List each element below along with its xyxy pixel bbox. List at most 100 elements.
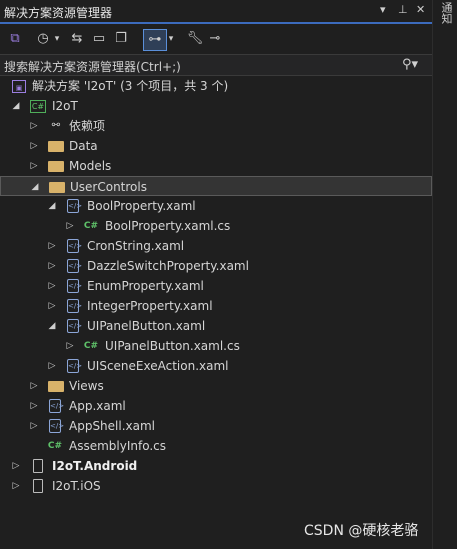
expanded-chevron-icon[interactable]: ◢ (46, 196, 58, 216)
tree-item-uipanelbutton-cs[interactable]: ▷ C# UIPanelButton.xaml.cs (0, 336, 432, 356)
side-panel-tab[interactable]: 通知 (432, 0, 457, 549)
tree-item-uisceneexeaction-xaml[interactable]: ▷ </> UISceneExeAction.xaml (0, 356, 432, 376)
tree-item-label: I2oT (52, 99, 78, 113)
tree-item-label: BoolProperty.xaml (87, 199, 196, 213)
open-folder-icon (49, 182, 65, 193)
dependencies-icon: ⚯ (51, 120, 61, 131)
tree-item-label: I2oT.iOS (52, 479, 101, 493)
tree-item-label: EnumProperty.xaml (87, 279, 204, 293)
window-title: 解决方案资源管理器 (4, 6, 113, 20)
tree-item-enumproperty-xaml[interactable]: ▷ </> EnumProperty.xaml (0, 276, 432, 296)
properties-wrench-icon[interactable]: 🔧︎ (186, 29, 204, 49)
sync-icon[interactable]: ⇆ (68, 29, 86, 49)
search-box[interactable]: 搜索解决方案资源管理器(Ctrl+;) ⚲▾ (0, 54, 432, 76)
xaml-file-icon: </> (67, 279, 82, 293)
collapsed-chevron-icon[interactable]: ▷ (28, 396, 40, 416)
filter-icon[interactable]: ⊶ (143, 29, 167, 51)
collapsed-chevron-icon[interactable]: ▷ (28, 416, 40, 436)
tree-item-label: UIPanelButton.xaml (87, 319, 206, 333)
tree-item-models[interactable]: ▷ Models (0, 156, 432, 176)
tree-item-label: 解决方案 'I2oT' (3 个项目，共 3 个) (32, 79, 229, 93)
tree-item-dependencies[interactable]: ▷ ⚯ 依赖项 (0, 116, 432, 136)
collapsed-chevron-icon[interactable]: ▷ (28, 156, 40, 176)
xaml-file-icon: </> (67, 259, 82, 273)
tree-item-appshell-xaml[interactable]: ▷ </> AppShell.xaml (0, 416, 432, 436)
collapsed-chevron-icon[interactable]: ▷ (10, 476, 22, 496)
toolbar: ⧉ ◷ ▾ ⇆ ▭ ❐ ⊶ ▾ 🔧︎ ⊸ (0, 26, 432, 52)
tree-item-label: 依赖项 (69, 119, 106, 133)
show-all-files-icon[interactable]: ❐ (112, 29, 130, 49)
xaml-file-icon: </> (49, 419, 64, 433)
collapsed-chevron-icon[interactable]: ▷ (64, 216, 76, 236)
collapsed-chevron-icon[interactable]: ▷ (46, 256, 58, 276)
dropdown-arrow-icon[interactable]: ▾ (380, 3, 386, 16)
collapsed-chevron-icon[interactable]: ▷ (46, 236, 58, 256)
tree-item-solution[interactable]: ▣ 解决方案 'I2oT' (3 个项目，共 3 个) (0, 76, 432, 96)
tree-item-uipanelbutton-xaml[interactable]: ◢ </> UIPanelButton.xaml (0, 316, 432, 336)
folder-icon (48, 141, 64, 152)
tree-item-boolproperty-xaml[interactable]: ◢ </> BoolProperty.xaml (0, 196, 432, 216)
tree-item-label: Models (69, 159, 112, 173)
tree-item-label: AssemblyInfo.cs (69, 439, 167, 453)
xaml-file-icon: </> (67, 359, 82, 373)
tree-item-data[interactable]: ▷ Data (0, 136, 432, 156)
pin-icon[interactable]: ⊥ (398, 3, 408, 16)
solution-icon: ▣ (12, 80, 26, 93)
collapsed-chevron-icon[interactable]: ▷ (28, 116, 40, 136)
mobile-project-icon (33, 479, 43, 493)
tree-item-boolproperty-cs[interactable]: ▷ C# BoolProperty.xaml.cs (0, 216, 432, 236)
tree-item-integerproperty-xaml[interactable]: ▷ </> IntegerProperty.xaml (0, 296, 432, 316)
vs-switch-views-icon[interactable]: ⧉ (6, 29, 24, 49)
csharp-file-icon: C# (47, 441, 63, 451)
history-dropdown-icon[interactable]: ▾ (52, 29, 62, 49)
title-bar: 解决方案资源管理器 ▾ ⊥ ✕ (0, 0, 432, 24)
tree-item-usercontrols[interactable]: ◢ UserControls (0, 176, 432, 196)
collapsed-chevron-icon[interactable]: ▷ (46, 356, 58, 376)
collapsed-chevron-icon[interactable]: ▷ (64, 336, 76, 356)
filter-dropdown-icon[interactable]: ▾ (166, 29, 176, 49)
watermark: CSDN @硬核老骆 (304, 523, 419, 539)
collapsed-chevron-icon[interactable]: ▷ (46, 276, 58, 296)
tree-item-label: IntegerProperty.xaml (87, 299, 213, 313)
collapsed-chevron-icon[interactable]: ▷ (28, 136, 40, 156)
csharp-project-icon: C# (30, 100, 46, 113)
collapsed-chevron-icon[interactable]: ▷ (10, 456, 22, 476)
tree-item-label: UIPanelButton.xaml.cs (105, 339, 240, 353)
xaml-file-icon: </> (49, 399, 64, 413)
search-input[interactable]: 搜索解决方案资源管理器(Ctrl+;) (4, 58, 181, 75)
csharp-file-icon: C# (83, 341, 99, 351)
folder-icon (48, 161, 64, 172)
tree-item-dazzleswitch-xaml[interactable]: ▷ </> DazzleSwitchProperty.xaml (0, 256, 432, 276)
title-accent-line (0, 22, 432, 24)
expanded-chevron-icon[interactable]: ◢ (29, 177, 41, 197)
search-icon[interactable]: ⚲▾ (402, 57, 418, 72)
xaml-file-icon: </> (67, 299, 82, 313)
tree-item-project-ios[interactable]: ▷ I2oT.iOS (0, 476, 432, 496)
tree-item-project-i2ot[interactable]: ◢ C# I2oT (0, 96, 432, 116)
mobile-project-icon (33, 459, 43, 473)
side-panel-label[interactable]: 通知 (438, 2, 454, 24)
expanded-chevron-icon[interactable]: ◢ (10, 96, 22, 116)
tree-item-label: BoolProperty.xaml.cs (105, 219, 231, 233)
tree-item-cronstring-xaml[interactable]: ▷ </> CronString.xaml (0, 236, 432, 256)
close-icon[interactable]: ✕ (416, 3, 425, 16)
xaml-file-icon: </> (67, 319, 82, 333)
csharp-file-icon: C# (83, 221, 99, 231)
tree-item-label: Data (69, 139, 98, 153)
expanded-chevron-icon[interactable]: ◢ (46, 316, 58, 336)
xaml-file-icon: </> (67, 199, 82, 213)
preview-icon[interactable]: ⊸ (206, 29, 224, 49)
tree-item-app-xaml[interactable]: ▷ </> App.xaml (0, 396, 432, 416)
tree-item-assemblyinfo[interactable]: C# AssemblyInfo.cs (0, 436, 432, 456)
collapsed-chevron-icon[interactable]: ▷ (46, 296, 58, 316)
tree-item-label: I2oT.Android (52, 459, 138, 473)
history-icon[interactable]: ◷ (34, 29, 52, 49)
tree-item-label: UserControls (70, 180, 147, 194)
tree-item-label: DazzleSwitchProperty.xaml (87, 259, 249, 273)
collapse-all-icon[interactable]: ▭ (90, 29, 108, 49)
tree-item-project-android[interactable]: ▷ I2oT.Android (0, 456, 432, 476)
tree-item-label: CronString.xaml (87, 239, 185, 253)
collapsed-chevron-icon[interactable]: ▷ (28, 376, 40, 396)
tree-item-views[interactable]: ▷ Views (0, 376, 432, 396)
xaml-file-icon: </> (67, 239, 82, 253)
